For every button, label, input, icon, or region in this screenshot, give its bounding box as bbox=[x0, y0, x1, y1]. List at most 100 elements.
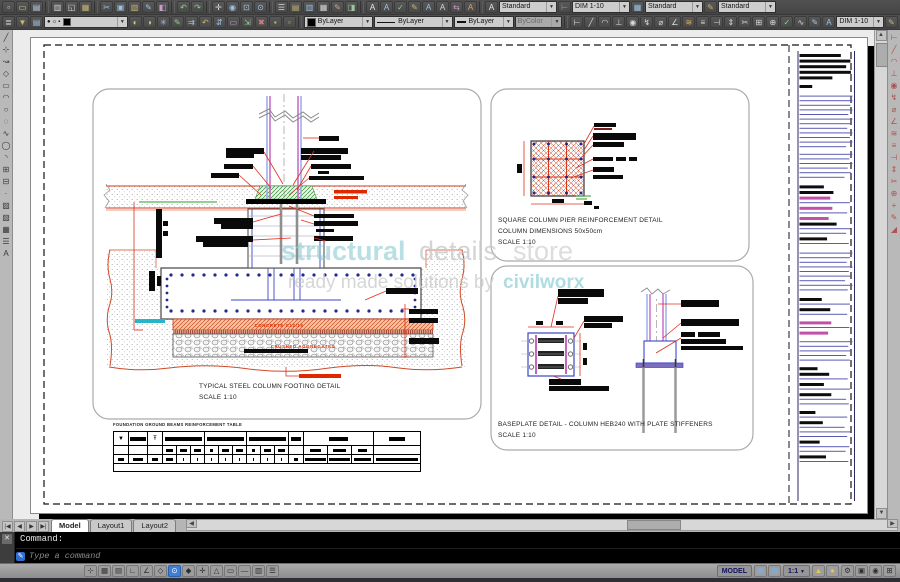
dim-style-combo[interactable]: DIM 1-10▼ bbox=[572, 1, 630, 13]
layer-walk-icon[interactable]: ⇵ bbox=[213, 16, 226, 28]
center-mark-icon[interactable]: + bbox=[889, 200, 900, 211]
isolate-objects-icon[interactable]: ◉ bbox=[869, 565, 882, 577]
inspect-dimension-icon[interactable]: ✓ bbox=[780, 16, 793, 28]
edit-dimension-icon[interactable]: ✎ bbox=[889, 212, 900, 223]
cut-icon[interactable]: ✂ bbox=[100, 1, 113, 13]
tolerance-icon[interactable]: ⊞ bbox=[752, 16, 765, 28]
diameter-dimension-icon[interactable]: ⌀ bbox=[654, 16, 667, 28]
ordinate-dimension-icon[interactable]: ⊥ bbox=[889, 68, 900, 79]
angular-dimension-icon[interactable]: ∠ bbox=[668, 16, 681, 28]
table-style-manager-icon[interactable]: ▦ bbox=[631, 1, 644, 13]
color-combo[interactable]: ByLayer▼ bbox=[304, 16, 373, 28]
scroll-left-arrow-icon[interactable]: ◀ bbox=[186, 519, 197, 528]
lineweight-display-icon[interactable]: — bbox=[238, 565, 251, 577]
plot-preview-icon[interactable]: ◱ bbox=[65, 1, 78, 13]
design-center-icon[interactable]: ▤ bbox=[289, 1, 302, 13]
command-input[interactable]: Type a command bbox=[29, 551, 100, 561]
linetype-combo[interactable]: ByLayer▼ bbox=[374, 16, 452, 28]
zoom-window-icon[interactable]: ⊡ bbox=[240, 1, 253, 13]
jogged-dimension-icon[interactable]: ↯ bbox=[889, 92, 900, 103]
zoom-realtime-icon[interactable]: ◉ bbox=[226, 1, 239, 13]
markup-set-manager-icon[interactable]: ✎ bbox=[331, 1, 344, 13]
scroll-right-arrow-icon[interactable]: ▶ bbox=[887, 519, 898, 528]
clean-screen-icon[interactable]: ⊞ bbox=[883, 565, 896, 577]
annotative-text-icon[interactable]: A bbox=[464, 1, 477, 13]
horizontal-scrollbar[interactable]: ◀ ▶ bbox=[186, 519, 898, 531]
tool-palettes-icon[interactable]: ▥ bbox=[303, 1, 316, 13]
layer-properties-icon[interactable]: ≣ bbox=[2, 16, 15, 28]
aligned-dimension-icon[interactable]: ╱ bbox=[584, 16, 597, 28]
insert-block-icon[interactable]: ⊞ bbox=[1, 164, 12, 175]
workspace-switching-icon[interactable]: ⚙ bbox=[841, 565, 854, 577]
dimension-break-icon[interactable]: ✂ bbox=[889, 176, 900, 187]
close-icon[interactable]: ✕ bbox=[2, 534, 12, 544]
layer-states-icon[interactable]: ▤ bbox=[30, 16, 43, 28]
spline-icon[interactable]: ∿ bbox=[1, 128, 12, 139]
dimension-space-icon[interactable]: ⇕ bbox=[724, 16, 737, 28]
sheet-set-manager-icon[interactable]: ▦ bbox=[317, 1, 330, 13]
dimension-space-icon[interactable]: ⇕ bbox=[889, 164, 900, 175]
jog-line-icon[interactable]: ∿ bbox=[794, 16, 807, 28]
continue-dimension-icon[interactable]: ⊣ bbox=[710, 16, 723, 28]
grid-display-icon[interactable]: ▤ bbox=[112, 565, 125, 577]
object-snap-icon[interactable]: ⊙ bbox=[168, 565, 181, 577]
revision-cloud-icon[interactable]: ◌ bbox=[1, 116, 12, 127]
edit-dimension-text-icon[interactable]: A bbox=[822, 16, 835, 28]
vertical-scrollbar[interactable]: ▲ ▼ bbox=[874, 30, 887, 519]
layer-freeze-icon[interactable]: ✳ bbox=[157, 16, 170, 28]
command-window[interactable]: ✕ Command: ✎ Type a command bbox=[0, 532, 900, 563]
next-tab-icon[interactable]: ▶ bbox=[26, 521, 37, 532]
text-style-manager-icon[interactable]: A bbox=[485, 1, 498, 13]
layer-lock-icon[interactable]: ▪ bbox=[269, 16, 282, 28]
render-icon[interactable]: ◨ bbox=[345, 1, 358, 13]
layer-filter-icon[interactable]: ▼ bbox=[16, 16, 29, 28]
vertical-scroll-thumb[interactable] bbox=[876, 43, 888, 67]
publish-icon[interactable]: ▦ bbox=[79, 1, 92, 13]
text-style-icon[interactable]: A bbox=[366, 1, 379, 13]
ellipse-icon[interactable]: ◯ bbox=[1, 140, 12, 151]
hardware-acceleration-icon[interactable]: ▣ bbox=[855, 565, 868, 577]
circle-icon[interactable]: ○ bbox=[1, 104, 12, 115]
update-dimension-icon[interactable]: ✎ bbox=[885, 16, 898, 28]
gradient-icon[interactable]: ▧ bbox=[1, 212, 12, 223]
spell-check-icon[interactable]: ✓ bbox=[394, 1, 407, 13]
tab-model[interactable]: Model bbox=[51, 519, 89, 532]
prev-tab-icon[interactable]: ◀ bbox=[14, 521, 25, 532]
layer-isolate-icon[interactable]: ◑ bbox=[143, 16, 156, 28]
dim-style-combo-2[interactable]: DIM 1-10▼ bbox=[836, 16, 884, 28]
save-icon[interactable]: ▤ bbox=[30, 1, 43, 13]
polyline-icon[interactable]: ↝ bbox=[1, 56, 12, 67]
text-style-combo[interactable]: Standard▼ bbox=[499, 1, 557, 13]
redo-icon[interactable]: ↷ bbox=[191, 1, 204, 13]
polygon-icon[interactable]: ◇ bbox=[1, 68, 12, 79]
mleader-style-combo[interactable]: Standard▼ bbox=[718, 1, 776, 13]
dynamic-input-icon[interactable]: ▭ bbox=[224, 565, 237, 577]
scroll-up-arrow-icon[interactable]: ▲ bbox=[876, 30, 887, 41]
scroll-down-arrow-icon[interactable]: ▼ bbox=[876, 508, 887, 519]
find-text-icon[interactable]: A bbox=[380, 1, 393, 13]
make-block-icon[interactable]: ⊟ bbox=[1, 176, 12, 187]
annotation-autoscale-icon[interactable]: ● bbox=[826, 565, 839, 577]
paper-space-icon[interactable]: ▣ bbox=[754, 565, 767, 577]
linear-dimension-icon[interactable]: ⊢ bbox=[889, 32, 900, 43]
hatch-icon[interactable]: ▨ bbox=[1, 200, 12, 211]
dim-style-manager-icon[interactable]: ⊢ bbox=[558, 1, 571, 13]
aligned-dimension-icon[interactable]: ╱ bbox=[889, 44, 900, 55]
plot-icon[interactable]: ▥ bbox=[51, 1, 64, 13]
layout-paper[interactable]: CONCRETE C12/15 CRUSHED AGGREGATES bbox=[30, 37, 868, 514]
properties-icon[interactable]: ☰ bbox=[275, 1, 288, 13]
layer-match-icon[interactable]: ⇉ bbox=[185, 16, 198, 28]
last-tab-icon[interactable]: ▶| bbox=[38, 521, 49, 532]
quick-dimension-icon[interactable]: ≋ bbox=[889, 128, 900, 139]
qnew-icon[interactable]: ▫ bbox=[2, 1, 15, 13]
arc-length-icon[interactable]: ◠ bbox=[598, 16, 611, 28]
layer-previous-icon[interactable]: ↶ bbox=[199, 16, 212, 28]
command-window-grip[interactable]: ✕ bbox=[0, 532, 15, 563]
diameter-dimension-icon[interactable]: ⌀ bbox=[889, 104, 900, 115]
3d-object-snap-icon[interactable]: ◆ bbox=[182, 565, 195, 577]
make-current-icon[interactable]: ✎ bbox=[171, 16, 184, 28]
undo-icon[interactable]: ↶ bbox=[177, 1, 190, 13]
edit-dimension-icon[interactable]: ✎ bbox=[808, 16, 821, 28]
isometric-drafting-icon[interactable]: ◇ bbox=[154, 565, 167, 577]
drawing-canvas[interactable]: CONCRETE C12/15 CRUSHED AGGREGATES bbox=[13, 30, 874, 519]
